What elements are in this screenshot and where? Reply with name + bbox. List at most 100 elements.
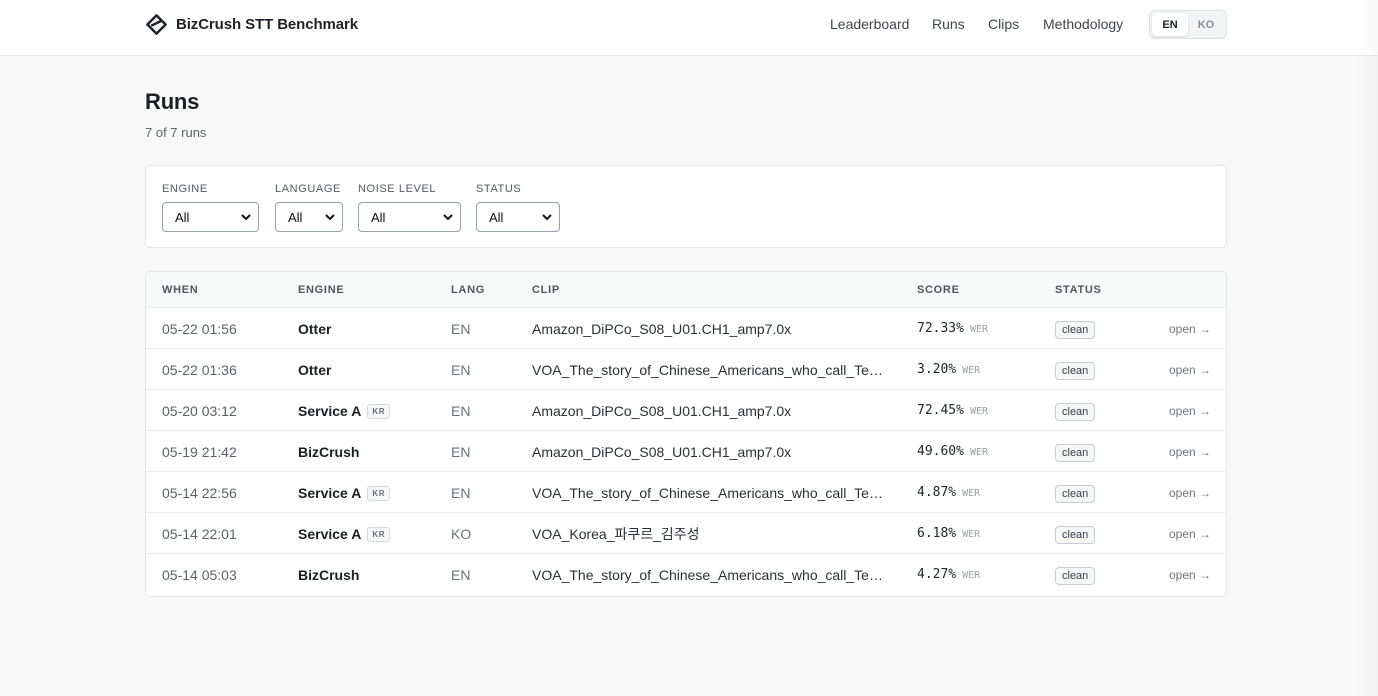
table-row[interactable]: 05-19 21:42 BizCrush EN Amazon_DiPCo_S08… xyxy=(146,431,1226,472)
region-tag: KR xyxy=(367,485,391,501)
engine-name: Service A xyxy=(298,526,362,542)
language-select[interactable]: All xyxy=(275,202,343,232)
chevron-down-icon xyxy=(325,214,335,221)
score-unit: WER xyxy=(962,570,981,581)
language-toggle: EN KO xyxy=(1149,10,1227,39)
nav-runs[interactable]: Runs xyxy=(932,16,965,34)
filter-label: ENGINE xyxy=(162,183,208,195)
runs-table: WHEN ENGINE LANG CLIP SCORE STATUS 05-22… xyxy=(145,271,1227,597)
select-value: All xyxy=(175,209,190,225)
run-score: 6.18% WER xyxy=(917,525,980,543)
status-badge: clean xyxy=(1055,567,1096,585)
run-lang: EN xyxy=(451,403,471,419)
engine-filter: ENGINE All xyxy=(162,183,259,232)
filter-label: LANGUAGE xyxy=(275,183,341,195)
engine-select[interactable]: All xyxy=(162,202,259,232)
table-row[interactable]: 05-14 05:03 BizCrush EN VOA_The_story_of… xyxy=(146,554,1226,595)
run-clip: Amazon_DiPCo_S08_U01.CH1_amp7.0x xyxy=(532,321,792,337)
column-header-score: SCORE xyxy=(917,284,960,296)
chevron-down-icon xyxy=(241,214,251,221)
score-value: 6.18% xyxy=(917,526,957,541)
brand-logo-icon xyxy=(146,13,167,35)
run-lang: EN xyxy=(451,444,471,460)
open-link[interactable]: open → xyxy=(1169,320,1211,338)
score-value: 4.87% xyxy=(917,485,957,500)
status-filter: STATUS All xyxy=(476,183,560,232)
filter-label: NOISE LEVEL xyxy=(358,183,437,195)
column-header-clip: CLIP xyxy=(532,284,560,296)
run-lang: KO xyxy=(451,526,472,542)
nav-methodology[interactable]: Methodology xyxy=(1043,16,1123,34)
run-engine: Service A KR xyxy=(298,525,391,543)
run-score: 72.33% WER xyxy=(917,320,988,338)
engine-name: BizCrush xyxy=(298,567,360,583)
run-score: 4.87% WER xyxy=(917,484,980,502)
run-status: clean xyxy=(1055,401,1096,421)
engine-name: BizCrush xyxy=(298,444,360,460)
run-engine: BizCrush xyxy=(298,566,359,584)
open-link[interactable]: open → xyxy=(1169,402,1211,420)
run-when: 05-22 01:36 xyxy=(162,362,237,378)
top-navbar: BizCrush STT Benchmark Leaderboard Runs … xyxy=(0,0,1378,56)
open-link[interactable]: open → xyxy=(1169,484,1211,502)
engine-name: Otter xyxy=(298,362,332,378)
status-badge: clean xyxy=(1055,485,1096,503)
page-title: Runs xyxy=(145,89,200,114)
run-status: clean xyxy=(1055,565,1096,585)
status-badge: clean xyxy=(1055,444,1096,462)
region-tag: KR xyxy=(367,403,391,419)
score-value: 49.60% xyxy=(917,444,964,459)
score-value: 72.33% xyxy=(917,321,964,336)
table-row[interactable]: 05-14 22:56 Service A KR EN VOA_The_story… xyxy=(146,472,1226,513)
table-row[interactable]: 05-22 01:36 Otter EN VOA_The_story_of_Ch… xyxy=(146,349,1226,390)
score-unit: WER xyxy=(962,365,981,376)
nav-clips[interactable]: Clips xyxy=(988,16,1019,34)
open-link[interactable]: open → xyxy=(1169,361,1211,379)
table-row[interactable]: 05-20 03:12 Service A KR EN Amazon_DiPCo_… xyxy=(146,390,1226,431)
open-link[interactable]: open → xyxy=(1169,566,1211,584)
status-select[interactable]: All xyxy=(476,202,560,232)
run-status: clean xyxy=(1055,524,1096,544)
run-lang: EN xyxy=(451,567,471,583)
engine-name: Service A xyxy=(298,403,362,419)
run-engine: Service A KR xyxy=(298,484,391,502)
noise-level-filter: NOISE LEVEL All xyxy=(358,183,461,232)
select-value: All xyxy=(371,209,386,225)
run-when: 05-22 01:56 xyxy=(162,321,237,337)
open-link[interactable]: open → xyxy=(1169,525,1211,543)
run-when: 05-19 21:42 xyxy=(162,444,237,460)
lang-en-button[interactable]: EN xyxy=(1152,13,1188,36)
select-value: All xyxy=(489,209,504,225)
nav-leaderboard[interactable]: Leaderboard xyxy=(830,16,909,34)
score-unit: WER xyxy=(969,324,989,335)
table-row[interactable]: 05-14 22:01 Service A KR KO VOA_Korea_파쿠르… xyxy=(146,513,1226,554)
column-header-engine: ENGINE xyxy=(298,284,345,296)
lang-ko-button[interactable]: KO xyxy=(1188,13,1224,36)
run-lang: EN xyxy=(451,485,471,501)
table-row[interactable]: 05-22 01:56 Otter EN Amazon_DiPCo_S08_U0… xyxy=(146,308,1226,349)
score-unit: WER xyxy=(962,529,981,540)
score-value: 3.20% xyxy=(917,362,957,377)
region-tag: KR xyxy=(367,526,391,542)
run-when: 05-14 22:56 xyxy=(162,485,237,501)
filter-panel: ENGINE All LANGUAGE All NOISE LEVEL All … xyxy=(145,165,1227,248)
run-engine: Otter xyxy=(298,361,331,379)
run-status: clean xyxy=(1055,319,1096,339)
column-header-lang: LANG xyxy=(451,284,485,296)
score-value: 72.45% xyxy=(917,403,964,418)
run-score: 72.45% WER xyxy=(917,402,988,420)
run-clip: VOA_The_story_of_Chinese_Americans_who_c… xyxy=(532,567,887,583)
run-clip: VOA_Korea_파쿠르_김주성 xyxy=(532,526,700,542)
column-header-when: WHEN xyxy=(162,284,199,296)
noise-level-select[interactable]: All xyxy=(358,202,461,232)
chevron-down-icon xyxy=(443,214,453,221)
language-filter: LANGUAGE All xyxy=(275,183,343,232)
chevron-down-icon xyxy=(542,214,552,221)
brand-name: BizCrush STT Benchmark xyxy=(176,15,359,33)
run-engine: Service A KR xyxy=(298,402,391,420)
open-link[interactable]: open → xyxy=(1169,443,1211,461)
run-when: 05-14 22:01 xyxy=(162,526,237,542)
brand[interactable]: BizCrush STT Benchmark xyxy=(145,13,358,35)
table-header: WHEN ENGINE LANG CLIP SCORE STATUS xyxy=(146,272,1226,308)
run-engine: BizCrush xyxy=(298,443,359,461)
